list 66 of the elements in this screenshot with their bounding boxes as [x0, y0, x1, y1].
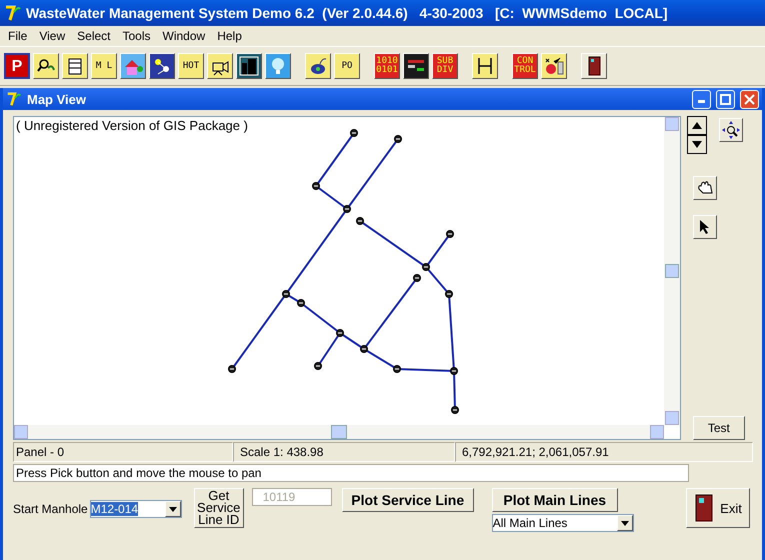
exit-button[interactable]: Exit	[686, 488, 750, 528]
toolbar-button[interactable]	[541, 53, 567, 79]
up-triangle-icon	[692, 122, 702, 129]
plot-service-line-button[interactable]: Plot Service Line	[342, 488, 474, 512]
maximize-icon	[720, 94, 731, 104]
get-service-line-id-button[interactable]: Get Service Line ID	[194, 488, 244, 528]
scroll-down-button[interactable]	[686, 135, 707, 154]
down-triangle-icon	[692, 141, 702, 148]
menu-item[interactable]: File	[2, 29, 34, 43]
toolbar-button[interactable]	[581, 53, 607, 79]
close-button[interactable]	[740, 90, 759, 108]
toolbar-button[interactable]: P	[4, 53, 30, 79]
toolbar-button[interactable]	[305, 53, 331, 79]
horizontal-scrollbar[interactable]	[14, 425, 664, 439]
toolbar-button[interactable]: HOT	[178, 53, 204, 79]
menu-item[interactable]: Tools	[116, 29, 157, 43]
service-line-id-field: 10119	[252, 488, 332, 506]
caret-icon	[620, 520, 629, 526]
unregistered-notice: ( Unregistered Version of GIS Package )	[16, 118, 248, 133]
menu-item[interactable]: Window	[156, 29, 212, 43]
message-field: Press Pick button and move the mouse to pan	[13, 464, 689, 482]
toolbar-button[interactable]	[149, 53, 175, 79]
window-title: WasteWater Management System Demo 6.2 (Ver 2.0.44.6) 4-30-2003 [C: WWMSdemo LOCAL]	[26, 5, 668, 21]
app-logo-icon	[4, 4, 22, 22]
vertical-scrollbar[interactable]	[664, 117, 680, 425]
toolbar-button[interactable]	[472, 53, 498, 79]
status-field: Panel - 0	[13, 442, 233, 462]
toolbar-button[interactable]: M L	[91, 53, 117, 79]
toolbar-button[interactable]	[120, 53, 146, 79]
start-manhole-label: Start Manhole	[13, 502, 88, 516]
arrow-cursor-icon	[698, 220, 711, 234]
toolbar-button[interactable]: SUB DIV	[432, 53, 458, 79]
toolbar-button[interactable]	[403, 53, 429, 79]
window-title: Map View	[27, 92, 86, 106]
toolbar-button[interactable]: PO	[334, 53, 360, 79]
toolbar-button[interactable]	[33, 53, 59, 79]
menu-item[interactable]: Select	[71, 29, 116, 43]
building-icon	[237, 54, 261, 78]
pointer-button[interactable]	[692, 215, 717, 239]
start-manhole-dropdown[interactable]: M12-014	[90, 500, 182, 518]
caret-icon	[168, 506, 177, 512]
test-button[interactable]: Test	[692, 416, 745, 440]
plot-main-lines-button[interactable]: Plot Main Lines	[492, 488, 618, 512]
zoom-icon	[722, 121, 740, 139]
menu-item[interactable]: Help	[211, 29, 248, 43]
dropdown-button[interactable]	[164, 501, 181, 517]
status-field: 6,792,921.21; 2,061,057.91	[455, 442, 753, 462]
toolbar-button[interactable]: 1010 0101	[374, 53, 400, 79]
close-icon	[744, 94, 755, 104]
menu-item[interactable]: View	[33, 29, 72, 43]
toolbar-button[interactable]	[62, 53, 88, 79]
zoom-pan-button[interactable]	[718, 118, 743, 142]
dropdown-button[interactable]	[616, 515, 633, 531]
toolbar-button[interactable]: CON TROL	[512, 53, 538, 79]
pan-hand-button[interactable]	[692, 176, 717, 200]
toolbar-button[interactable]	[265, 53, 291, 79]
scroll-up-button[interactable]	[686, 116, 707, 135]
status-field: Scale 1: 438.98	[233, 442, 455, 462]
hand-icon	[696, 180, 714, 196]
toolbar-button[interactable]	[236, 53, 262, 79]
minimize-button[interactable]	[692, 90, 711, 108]
main-lines-dropdown[interactable]: All Main Lines	[492, 514, 634, 532]
maximize-button[interactable]	[716, 90, 735, 108]
toolbar-button[interactable]	[207, 53, 233, 79]
door-icon	[694, 494, 714, 522]
app-logo-icon	[6, 91, 22, 107]
